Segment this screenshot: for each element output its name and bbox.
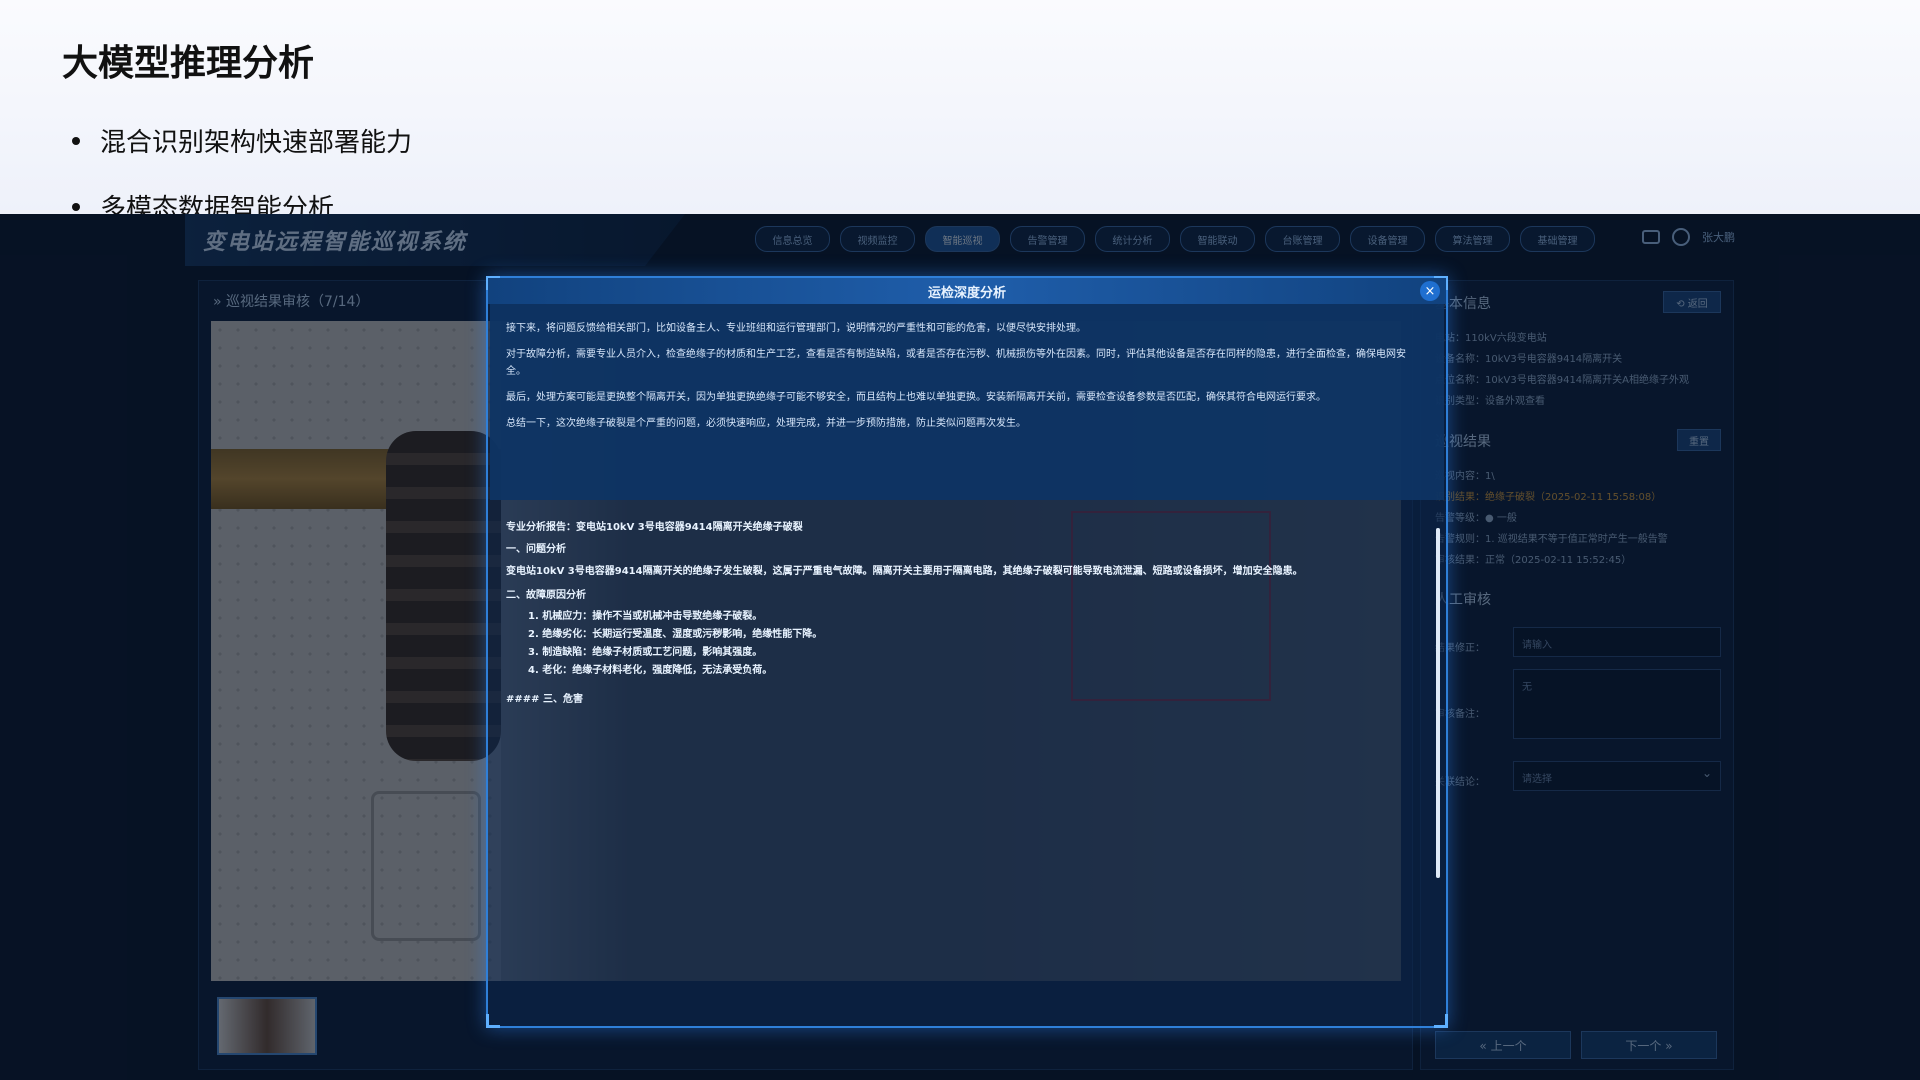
next-button[interactable]: 下一个 » bbox=[1581, 1031, 1717, 1059]
result-line: 告警规则：1. 巡视结果不等于值正常时产生一般告警 bbox=[1435, 534, 1668, 545]
top-right-tools: 张大鹏 bbox=[1642, 228, 1735, 246]
main-nav: 信息总览 视频监控 智能巡视 告警管理 统计分析 智能联动 台账管理 设备管理 … bbox=[755, 226, 1595, 252]
reasoning-paragraph: 总结一下，这次绝缘子破裂是个严重的问题，必须快速响应，处理完成，并进一步预防措施… bbox=[506, 418, 1026, 429]
nav-item[interactable]: 设备管理 bbox=[1350, 226, 1425, 252]
info-line: 设备名称：10kV3号电容器9414隔离开关 bbox=[1435, 354, 1623, 365]
review-panel-title: » 巡视结果审核（7/14） bbox=[213, 294, 370, 310]
nav-item-active[interactable]: 智能巡视 bbox=[925, 226, 1000, 252]
bullet-item: 多模态数据智能分析 bbox=[72, 188, 334, 214]
analysis-report: 专业分析报告：变电站10kV 3号电容器9414隔离开关绝缘子破裂 一、问题分析… bbox=[490, 518, 1444, 712]
slide-title: 大模型推理分析 bbox=[62, 43, 315, 84]
reasoning-paragraph: 对于故障分析，需要专业人员介入，检查绝缘子的材质和生产工艺，查看是否有制造缺陷，… bbox=[506, 349, 1406, 377]
cause-item: 4. 老化：绝缘子材料老化，强度降低，无法承受负荷。 bbox=[528, 665, 773, 676]
prev-button[interactable]: « 上一个 bbox=[1435, 1031, 1571, 1059]
pager-buttons: « 上一个 下一个 » bbox=[1435, 1031, 1717, 1059]
nav-item[interactable]: 基础管理 bbox=[1520, 226, 1595, 252]
nav-item[interactable]: 统计分析 bbox=[1095, 226, 1170, 252]
insulator bbox=[386, 431, 501, 761]
deep-analysis-modal: 运检深度分析 × 接下来，将问题反馈给相关部门，比如设备主人、专业班组和运行管理… bbox=[486, 276, 1448, 1028]
report-section-title: #### 三、危害 bbox=[506, 694, 583, 705]
review-remark-textarea[interactable]: 无 bbox=[1513, 669, 1721, 739]
report-section-title: 二、故障原因分析 bbox=[506, 590, 586, 601]
user-icon[interactable] bbox=[1672, 228, 1690, 246]
cause-list: 1. 机械应力：操作不当或机械冲击导致绝缘子破裂。 2. 绝缘劣化：长期运行受温… bbox=[528, 608, 1404, 680]
cause-item: 2. 绝缘劣化：长期运行受温度、湿度或污秽影响，绝缘性能下降。 bbox=[528, 629, 823, 640]
bullet-dot-icon bbox=[72, 136, 80, 145]
info-panel: 基本信息 ⟲ 返回 电站：110kV六段变电站 设备名称：10kV3号电容器94… bbox=[1420, 280, 1734, 1070]
corner-decoration-icon bbox=[486, 1014, 500, 1028]
corner-decoration-icon bbox=[1434, 1014, 1448, 1028]
nav-item[interactable]: 智能联动 bbox=[1180, 226, 1255, 252]
bullet-item: 混合识别架构快速部署能力 bbox=[72, 122, 412, 159]
scrollbar-track[interactable] bbox=[1436, 528, 1440, 878]
floor-stamp bbox=[371, 791, 481, 941]
reasoning-text: 接下来，将问题反馈给相关部门，比如设备主人、专业班组和运行管理部门，说明情况的严… bbox=[490, 304, 1444, 500]
info-line: 电站：110kV六段变电站 bbox=[1435, 333, 1547, 344]
result-correction-input[interactable]: 请输入 bbox=[1513, 627, 1721, 657]
reasoning-paragraph: 最后，处理方案可能是更换整个隔离开关，因为单独更换绝缘子可能不够安全，而且结构上… bbox=[506, 392, 1326, 403]
bullet-text: 混合识别架构快速部署能力 bbox=[100, 128, 413, 158]
system-title-banner: 变电站远程智能巡视系统 bbox=[185, 214, 685, 266]
modal-header: 运检深度分析 × bbox=[488, 278, 1446, 304]
report-title: 专业分析报告：变电站10kV 3号电容器9414隔离开关绝缘子破裂 bbox=[506, 522, 803, 533]
return-button[interactable]: ⟲ 返回 bbox=[1663, 291, 1721, 313]
modal-title: 运检深度分析 bbox=[927, 285, 1006, 301]
thumbnail[interactable] bbox=[217, 997, 317, 1055]
report-section-text: 变电站10kV 3号电容器9414隔离开关的绝缘子发生破裂，这属于严重电气故障。… bbox=[506, 566, 1303, 577]
nav-item[interactable]: 告警管理 bbox=[1010, 226, 1085, 252]
conclusion-select[interactable]: 请选择 bbox=[1513, 761, 1721, 791]
app-screen: 变电站远程智能巡视系统 信息总览 视频监控 智能巡视 告警管理 统计分析 智能联… bbox=[0, 214, 1920, 1080]
slide-header: 大模型推理分析 混合识别架构快速部署能力 多模态数据智能分析 bbox=[0, 0, 1920, 214]
info-line: 识别类型：设备外观查看 bbox=[1435, 396, 1545, 407]
user-name[interactable]: 张大鹏 bbox=[1702, 229, 1735, 245]
message-icon[interactable] bbox=[1642, 230, 1660, 244]
result-line: 识别结果：绝缘子破裂（2025-02-11 15:58:08） bbox=[1435, 492, 1662, 503]
nav-item[interactable]: 信息总览 bbox=[755, 226, 830, 252]
top-bar: 变电站远程智能巡视系统 信息总览 视频监控 智能巡视 告警管理 统计分析 智能联… bbox=[185, 214, 1735, 266]
cause-item: 3. 制造缺陷：绝缘子材质或工艺问题，影响其强度。 bbox=[528, 647, 763, 658]
system-title: 变电站远程智能巡视系统 bbox=[203, 230, 468, 255]
reset-button[interactable]: 重置 bbox=[1677, 429, 1721, 451]
report-section-title: 一、问题分析 bbox=[506, 544, 566, 555]
reasoning-paragraph: 接下来，将问题反馈给相关部门，比如设备主人、专业班组和运行管理部门，说明情况的严… bbox=[506, 323, 1086, 334]
scrollbar-thumb[interactable] bbox=[1436, 528, 1440, 878]
info-line: 点位名称：10kV3号电容器9414隔离开关A相绝缘子外观 bbox=[1435, 375, 1690, 386]
nav-item[interactable]: 算法管理 bbox=[1435, 226, 1510, 252]
nav-item[interactable]: 视频监控 bbox=[840, 226, 915, 252]
nav-item[interactable]: 台账管理 bbox=[1265, 226, 1340, 252]
bullet-text: 多模态数据智能分析 bbox=[100, 194, 335, 214]
close-icon[interactable]: × bbox=[1420, 281, 1440, 301]
bullet-dot-icon bbox=[72, 202, 80, 211]
result-line: 审核结果：正常（2025-02-11 15:52:45） bbox=[1435, 555, 1632, 566]
cause-item: 1. 机械应力：操作不当或机械冲击导致绝缘子破裂。 bbox=[528, 611, 763, 622]
